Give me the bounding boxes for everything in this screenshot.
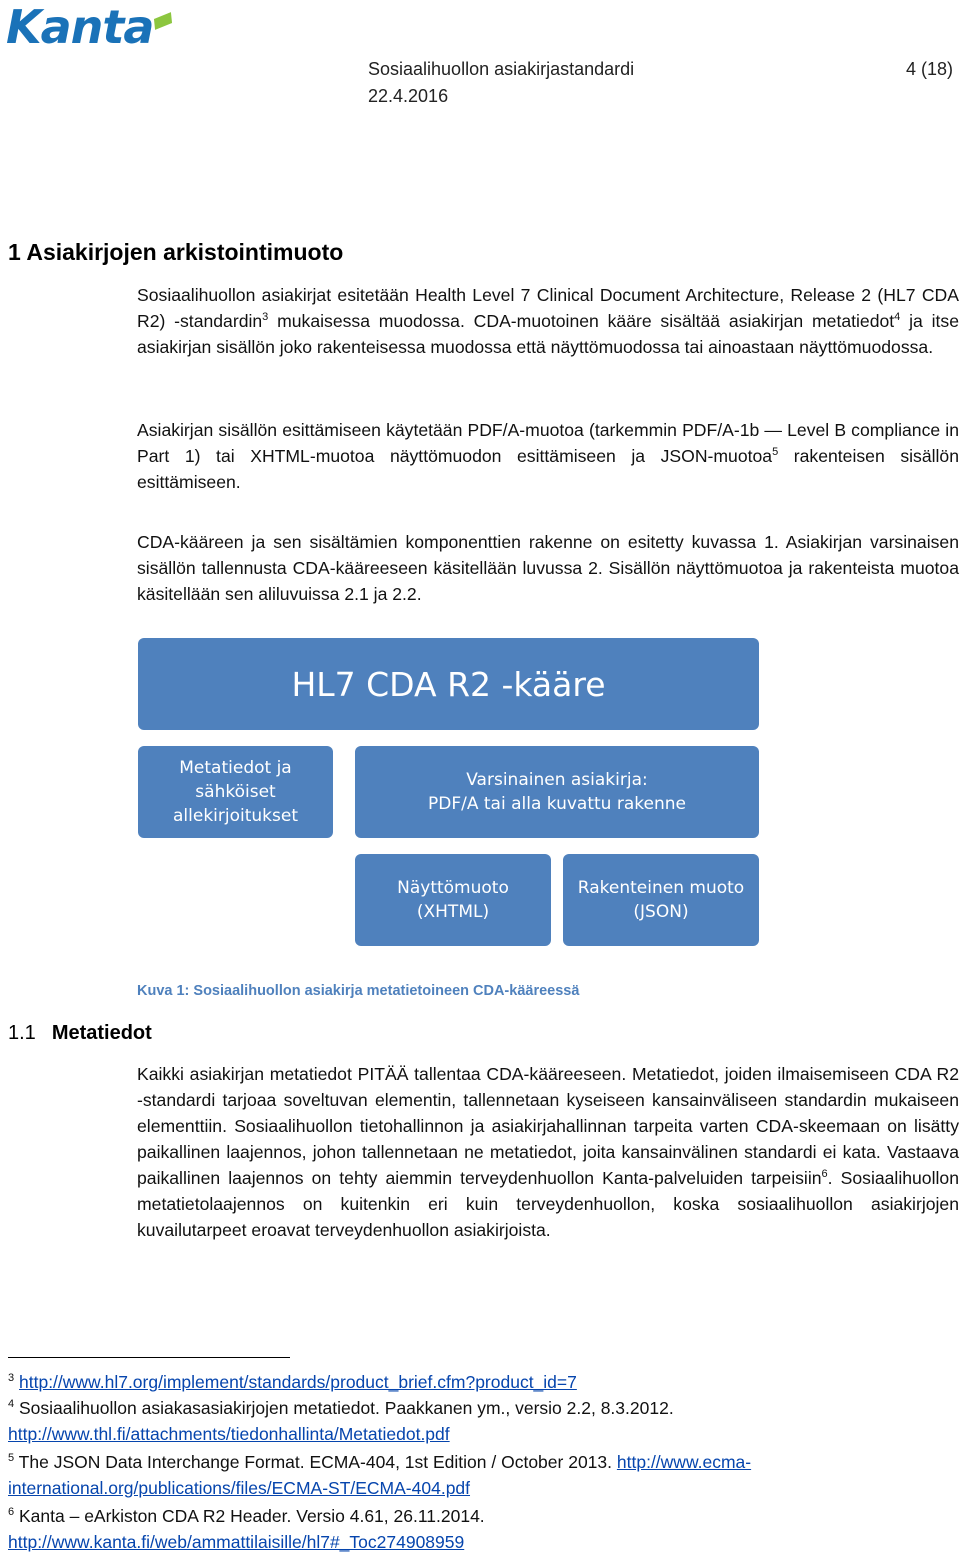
footnote-link[interactable]: http://www.hl7.org/implement/standards/p… xyxy=(19,1372,577,1392)
diagram-box-view-format: Näyttömuoto (XHTML) xyxy=(355,854,551,946)
kanta-logo: Kanta xyxy=(6,0,173,54)
footnote-number: 6 xyxy=(8,1506,15,1519)
paragraph-1-text-b: mukaisessa muodossa. CDA-muotoinen kääre… xyxy=(268,311,895,331)
footnote-text: Sosiaalihuollon asiakasasiakirjojen meta… xyxy=(19,1398,674,1418)
figure-caption: Kuva 1: Sosiaalihuollon asiakirja metati… xyxy=(137,983,580,999)
footnote-5: 5 The JSON Data Interchange Format. ECMA… xyxy=(8,1449,958,1501)
diagram-box-label: (JSON) xyxy=(633,902,689,922)
footnote-number: 4 xyxy=(8,1398,15,1411)
footnote-6: 6 Kanta – eArkiston CDA R2 Header. Versi… xyxy=(8,1503,958,1555)
footnote-number: 5 xyxy=(8,1452,15,1465)
footnote-text: The JSON Data Interchange Format. ECMA-4… xyxy=(18,1452,613,1472)
diagram-box-label: Näyttömuoto xyxy=(397,878,509,898)
header-page-number: 4 (18) xyxy=(906,59,954,79)
section-heading-1: 1 Asiakirjojen arkistointimuoto xyxy=(8,239,344,265)
header-date: 22.4.2016 xyxy=(368,86,449,106)
diagram-box-label: PDF/A tai alla kuvattu rakenne xyxy=(428,794,686,814)
footnote-link[interactable]: http://www.thl.fi/attachments/tiedonhall… xyxy=(8,1424,450,1444)
diagram-box-label: allekirjoitukset xyxy=(173,806,298,826)
diagram-box-structured-format: Rakenteinen muoto (JSON) xyxy=(563,854,759,946)
diagram-box-label: HL7 CDA R2 -kääre xyxy=(291,664,606,704)
diagram-box-label: Metatiedot ja xyxy=(179,758,292,778)
section-heading-1-1: 1.1 Metatiedot xyxy=(8,1022,152,1045)
footnote-3: 3 http://www.hl7.org/implement/standards… xyxy=(8,1369,958,1395)
diagram-box-label: (XHTML) xyxy=(416,902,490,922)
paragraph-1: Sosiaalihuollon asiakirjat esitetään Hea… xyxy=(137,282,959,360)
footnote-text: Kanta – eArkiston CDA R2 Header. Versio … xyxy=(19,1506,485,1526)
footnote-4: 4 Sosiaalihuollon asiakasasiakirjojen me… xyxy=(8,1395,958,1447)
section-number: 1.1 xyxy=(8,1022,36,1044)
footnote-number: 3 xyxy=(8,1372,15,1385)
section-title: Metatiedot xyxy=(51,1022,152,1044)
logo-text: Kanta xyxy=(6,0,154,54)
diagram-box-label: Rakenteinen muoto xyxy=(577,878,745,898)
paragraph-4: Kaikki asiakirjan metatiedot PITÄÄ talle… xyxy=(137,1061,959,1243)
footnote-divider xyxy=(8,1357,290,1358)
header-title: Sosiaalihuollon asiakirjastandardi xyxy=(368,59,635,79)
diagram-box-label: Varsinainen asiakirja: xyxy=(466,770,648,790)
paragraph-3: CDA-kääreen ja sen sisältämien komponent… xyxy=(137,532,959,604)
diagram-box-metadata: Metatiedot ja sähköiset allekirjoitukset xyxy=(138,746,333,838)
diagram-box-label: sähköiset xyxy=(195,782,276,802)
footnote-link[interactable]: http://www.kanta.fi/web/ammattilaisille/… xyxy=(8,1532,464,1552)
logo-check-icon xyxy=(154,12,173,30)
diagram-box-cda-wrapper: HL7 CDA R2 -kääre xyxy=(138,638,759,730)
paragraph-2: Asiakirjan sisällön esittämiseen käytetä… xyxy=(137,417,959,495)
diagram-box-document: Varsinainen asiakirja: PDF/A tai alla kuv… xyxy=(355,746,759,838)
